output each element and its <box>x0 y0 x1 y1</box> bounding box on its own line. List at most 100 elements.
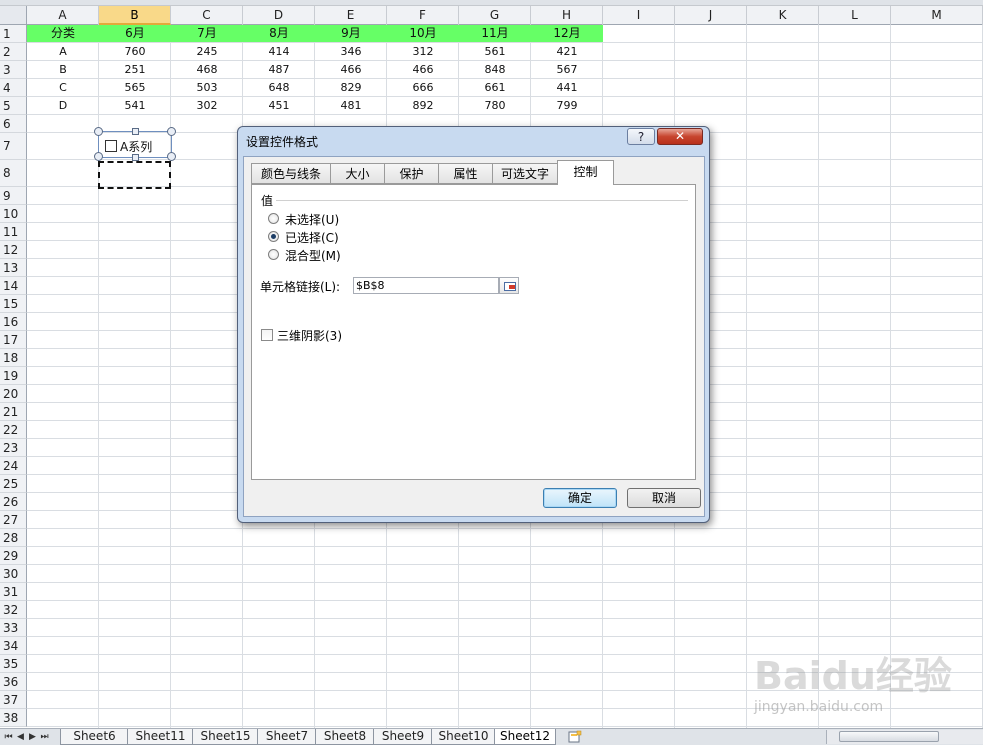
row-header-24[interactable]: 24 <box>0 457 27 475</box>
column-header-i[interactable]: I <box>603 6 675 25</box>
3d-shading-checkbox[interactable] <box>261 329 273 341</box>
column-header-l[interactable]: L <box>819 6 891 25</box>
column-header-g[interactable]: G <box>459 6 531 25</box>
row-header-2[interactable]: 2 <box>0 43 27 61</box>
ok-button[interactable]: 确定 <box>543 488 617 508</box>
row-header-22[interactable]: 22 <box>0 421 27 439</box>
row-header-34[interactable]: 34 <box>0 637 27 655</box>
row-header-21[interactable]: 21 <box>0 403 27 421</box>
row-header-12[interactable]: 12 <box>0 241 27 259</box>
table-cell[interactable]: 312 <box>387 43 459 61</box>
table-cell[interactable]: B <box>27 61 99 79</box>
row-header-6[interactable]: 6 <box>0 115 27 133</box>
row-header-11[interactable]: 11 <box>0 223 27 241</box>
row-header-9[interactable]: 9 <box>0 187 27 205</box>
table-cell[interactable]: 848 <box>459 61 531 79</box>
sheet-tab-sheet8[interactable]: Sheet8 <box>315 729 375 745</box>
cancel-button[interactable]: 取消 <box>627 488 701 508</box>
row-header-13[interactable]: 13 <box>0 259 27 277</box>
3d-shading-label[interactable]: 三维阴影(3) <box>277 327 342 344</box>
table-cell[interactable]: 251 <box>99 61 171 79</box>
radio-unchecked[interactable] <box>268 213 279 224</box>
table-cell[interactable]: 829 <box>315 79 387 97</box>
resize-handle[interactable] <box>132 128 139 135</box>
sheet-tab-sheet12[interactable]: Sheet12 <box>494 729 556 745</box>
column-header-j[interactable]: J <box>675 6 747 25</box>
resize-handle[interactable] <box>94 127 103 136</box>
range-select-button[interactable] <box>499 277 519 294</box>
resize-handle[interactable] <box>167 127 176 136</box>
radio-unchecked-label[interactable]: 未选择(U) <box>285 211 339 228</box>
table-cell[interactable]: 648 <box>243 79 315 97</box>
table-header-cell[interactable]: 11月 <box>459 25 531 42</box>
table-cell[interactable]: 481 <box>315 97 387 115</box>
table-cell[interactable]: 567 <box>531 61 603 79</box>
table-cell[interactable]: 466 <box>387 61 459 79</box>
row-header-19[interactable]: 19 <box>0 367 27 385</box>
table-header-cell[interactable]: 8月 <box>243 25 315 42</box>
row-header-38[interactable]: 38 <box>0 709 27 727</box>
row-header-10[interactable]: 10 <box>0 205 27 223</box>
resize-handle[interactable] <box>132 154 139 161</box>
column-header-c[interactable]: C <box>171 6 243 25</box>
table-cell[interactable]: 541 <box>99 97 171 115</box>
table-cell[interactable]: 666 <box>387 79 459 97</box>
row-header-5[interactable]: 5 <box>0 97 27 115</box>
row-header-33[interactable]: 33 <box>0 619 27 637</box>
sheet-tab-sheet11[interactable]: Sheet11 <box>127 729 194 745</box>
column-header-h[interactable]: H <box>531 6 603 25</box>
table-cell[interactable]: 487 <box>243 61 315 79</box>
row-header-14[interactable]: 14 <box>0 277 27 295</box>
row-header-7[interactable]: 7 <box>0 133 27 160</box>
table-cell[interactable]: D <box>27 97 99 115</box>
table-cell[interactable]: 421 <box>531 43 603 61</box>
table-cell[interactable]: 799 <box>531 97 603 115</box>
table-header-cell[interactable]: 10月 <box>387 25 459 42</box>
table-cell[interactable]: 760 <box>99 43 171 61</box>
resize-handle[interactable] <box>167 152 176 161</box>
select-all-corner[interactable] <box>0 6 27 25</box>
row-header-20[interactable]: 20 <box>0 385 27 403</box>
sheet-checkbox[interactable] <box>105 140 117 152</box>
row-header-25[interactable]: 25 <box>0 475 27 493</box>
radio-checked[interactable] <box>268 231 279 242</box>
linked-cell-b8-selection[interactable] <box>98 161 171 189</box>
table-cell[interactable]: 661 <box>459 79 531 97</box>
row-header-36[interactable]: 36 <box>0 673 27 691</box>
tab-properties[interactable]: 属性 <box>438 163 493 184</box>
row-header-23[interactable]: 23 <box>0 439 27 457</box>
tab-control[interactable]: 控制 <box>557 160 614 185</box>
table-cell[interactable]: 441 <box>531 79 603 97</box>
tab-size[interactable]: 大小 <box>330 163 385 184</box>
sheet-tab-sheet6[interactable]: Sheet6 <box>60 729 129 745</box>
row-header-8[interactable]: 8 <box>0 160 27 187</box>
resize-handle[interactable] <box>94 152 103 161</box>
row-header-28[interactable]: 28 <box>0 529 27 547</box>
table-header-cell[interactable]: 分类 <box>27 25 99 42</box>
insert-sheet-icon[interactable] <box>566 730 584 744</box>
table-header-cell[interactable]: 12月 <box>531 25 603 42</box>
row-header-27[interactable]: 27 <box>0 511 27 529</box>
row-header-16[interactable]: 16 <box>0 313 27 331</box>
next-sheet-icon[interactable]: ▶ <box>27 731 38 743</box>
help-button[interactable]: ? <box>627 128 655 145</box>
table-header-cell[interactable]: 6月 <box>99 25 171 42</box>
row-header-37[interactable]: 37 <box>0 691 27 709</box>
tab-colors-lines[interactable]: 颜色与线条 <box>251 163 331 184</box>
table-cell[interactable]: 245 <box>171 43 243 61</box>
row-header-35[interactable]: 35 <box>0 655 27 673</box>
column-header-f[interactable]: F <box>387 6 459 25</box>
first-sheet-icon[interactable]: ⏮ <box>3 731 14 743</box>
column-header-d[interactable]: D <box>243 6 315 25</box>
row-header-31[interactable]: 31 <box>0 583 27 601</box>
table-cell[interactable]: 503 <box>171 79 243 97</box>
sheet-tab-sheet9[interactable]: Sheet9 <box>373 729 433 745</box>
row-header-26[interactable]: 26 <box>0 493 27 511</box>
column-header-a[interactable]: A <box>27 6 99 25</box>
cell-link-input[interactable]: $B$8 <box>353 277 499 294</box>
table-cell[interactable]: 451 <box>243 97 315 115</box>
prev-sheet-icon[interactable]: ◀ <box>15 731 26 743</box>
table-cell[interactable]: 414 <box>243 43 315 61</box>
table-header-cell[interactable]: 7月 <box>171 25 243 42</box>
scrollbar-thumb[interactable] <box>839 731 939 742</box>
